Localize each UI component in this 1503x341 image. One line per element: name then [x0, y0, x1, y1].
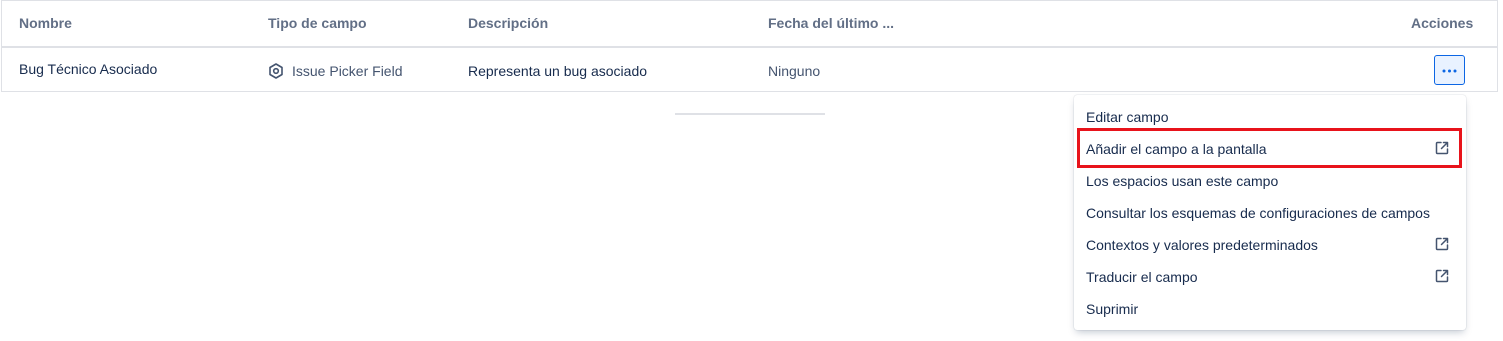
field-last-date: Ninguno	[768, 63, 821, 79]
header-actions: Acciones	[1411, 15, 1474, 31]
loading-divider	[675, 113, 825, 115]
menu-item-label: Editar campo	[1086, 109, 1169, 125]
menu-item-contexts-defaults[interactable]: Contextos y valores predeterminados	[1074, 228, 1466, 260]
menu-item-add-to-screen[interactable]: Añadir el campo a la pantalla	[1074, 132, 1466, 164]
external-link-icon	[1435, 269, 1449, 283]
table-row: Bug Técnico Asociado Issue Picker Field …	[2, 48, 1497, 92]
header-name[interactable]: Nombre	[19, 15, 72, 31]
external-link-icon	[1435, 141, 1449, 155]
header-field-type[interactable]: Tipo de campo	[268, 15, 367, 31]
more-horizontal-icon	[1442, 69, 1457, 73]
menu-item-label: Suprimir	[1086, 301, 1139, 317]
field-description: Representa un bug asociado	[468, 63, 648, 79]
field-type: Issue Picker Field	[292, 63, 403, 79]
menu-item-label: Añadir el campo a la pantalla	[1086, 141, 1267, 157]
custom-fields-table: Nombre Tipo de campo Descripción Fecha d…	[1, 0, 1498, 92]
field-name: Bug Técnico Asociado	[19, 61, 158, 77]
actions-dropdown-menu: Editar campo Añadir el campo a la pantal…	[1074, 95, 1466, 330]
external-link-icon	[1435, 237, 1449, 251]
menu-item-translate-field[interactable]: Traducir el campo	[1074, 260, 1466, 292]
menu-item-label: Los espacios usan este campo	[1086, 173, 1279, 189]
menu-item-label: Contextos y valores predeterminados	[1086, 237, 1318, 253]
more-actions-button[interactable]	[1434, 55, 1465, 85]
menu-item-view-field-schemes[interactable]: Consultar los esquemas de configuracione…	[1074, 196, 1466, 228]
header-description[interactable]: Descripción	[468, 15, 548, 31]
header-last-date[interactable]: Fecha del último ...	[768, 15, 894, 31]
hexagon-icon	[269, 63, 283, 79]
menu-item-delete[interactable]: Suprimir	[1074, 292, 1466, 324]
table-header: Nombre Tipo de campo Descripción Fecha d…	[2, 1, 1497, 48]
menu-item-label: Traducir el campo	[1086, 269, 1198, 285]
menu-item-spaces-use-field[interactable]: Los espacios usan este campo	[1074, 164, 1466, 196]
menu-item-label: Consultar los esquemas de configuracione…	[1086, 205, 1430, 221]
menu-item-edit-field[interactable]: Editar campo	[1074, 100, 1466, 132]
